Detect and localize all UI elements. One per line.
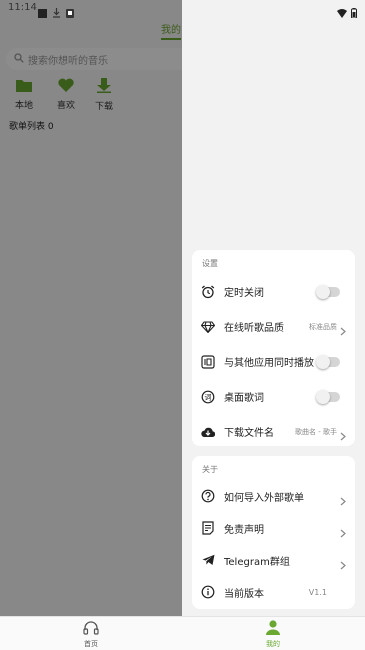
headphones-icon xyxy=(83,620,99,637)
audio-quality-value: 标准品质 xyxy=(309,322,337,331)
settings-card: 设置 定时关闭 在线听歌品质 标准品质 与其他应用同时播放 词 桌面歌词 下载文… xyxy=(192,250,355,446)
status-bar: 11:14 xyxy=(0,0,365,19)
chevron-right-icon xyxy=(340,523,346,542)
person-icon xyxy=(265,620,281,637)
svg-text:词: 词 xyxy=(205,393,212,401)
settings-item-mixed-playback[interactable]: 与其他应用同时播放 xyxy=(192,344,355,379)
about-item-label: 免责声明 xyxy=(224,524,264,536)
about-header: 关于 xyxy=(202,465,218,474)
settings-item-label: 与其他应用同时播放 xyxy=(224,358,314,369)
about-item-label: Telegram群组 xyxy=(224,556,290,568)
about-card: 关于 如何导入外部歌单 免责声明 Telegram群组 当前版本 V1.1 xyxy=(192,456,355,609)
settings-item-label: 定时关闭 xyxy=(224,288,264,299)
desktop-lyrics-toggle[interactable] xyxy=(316,389,340,404)
status-time: 11:14 xyxy=(8,2,37,13)
wifi-icon xyxy=(337,3,347,22)
settings-item-download-filename[interactable]: 下载文件名 歌曲名 - 歌手 xyxy=(192,414,355,449)
info-icon xyxy=(201,585,215,599)
settings-item-label: 桌面歌词 xyxy=(224,393,264,404)
telegram-icon xyxy=(201,553,215,567)
bottom-nav: 首页 我的 xyxy=(0,616,365,650)
about-item-telegram[interactable]: Telegram群组 xyxy=(192,544,355,576)
nav-label: 首页 xyxy=(84,640,98,648)
settings-item-label: 下载文件名 xyxy=(224,428,274,439)
about-item-disclaimer[interactable]: 免责声明 xyxy=(192,512,355,544)
nav-label: 我的 xyxy=(266,640,280,648)
battery-icon xyxy=(351,3,357,22)
chevron-right-icon xyxy=(340,321,346,340)
nav-mine[interactable]: 我的 xyxy=(243,620,303,649)
settings-item-desktop-lyrics[interactable]: 词 桌面歌词 xyxy=(192,379,355,414)
about-item-label: 当前版本 xyxy=(224,588,264,600)
settings-item-label: 在线听歌品质 xyxy=(224,323,284,334)
notification-square-icon xyxy=(38,3,47,22)
settings-drawer: 设置 定时关闭 在线听歌品质 标准品质 与其他应用同时播放 词 桌面歌词 下载文… xyxy=(182,0,365,616)
about-item-import-playlist[interactable]: 如何导入外部歌单 xyxy=(192,480,355,512)
about-item-label: 如何导入外部歌单 xyxy=(224,492,304,504)
version-value: V1.1 xyxy=(308,587,327,597)
alarm-clock-icon xyxy=(201,285,215,299)
sleep-timer-toggle[interactable] xyxy=(316,284,340,299)
diamond-icon xyxy=(201,320,215,334)
download-filename-value: 歌曲名 - 歌手 xyxy=(295,427,337,436)
document-icon xyxy=(201,521,215,535)
cloud-download-icon xyxy=(201,425,215,439)
nav-home[interactable]: 首页 xyxy=(61,620,121,649)
settings-item-sleep-timer[interactable]: 定时关闭 xyxy=(192,274,355,309)
settings-header: 设置 xyxy=(202,259,218,268)
settings-item-audio-quality[interactable]: 在线听歌品质 标准品质 xyxy=(192,309,355,344)
help-circle-icon xyxy=(201,489,215,503)
chevron-right-icon xyxy=(340,426,346,445)
chevron-right-icon xyxy=(340,555,346,574)
multi-play-icon xyxy=(201,354,215,369)
about-item-version[interactable]: 当前版本 V1.1 xyxy=(192,576,355,608)
app-notification-icon xyxy=(66,3,74,22)
download-notification-icon xyxy=(52,3,61,22)
chevron-right-icon xyxy=(340,491,346,510)
mixed-playback-toggle[interactable] xyxy=(316,354,340,369)
lyrics-icon: 词 xyxy=(201,390,215,404)
